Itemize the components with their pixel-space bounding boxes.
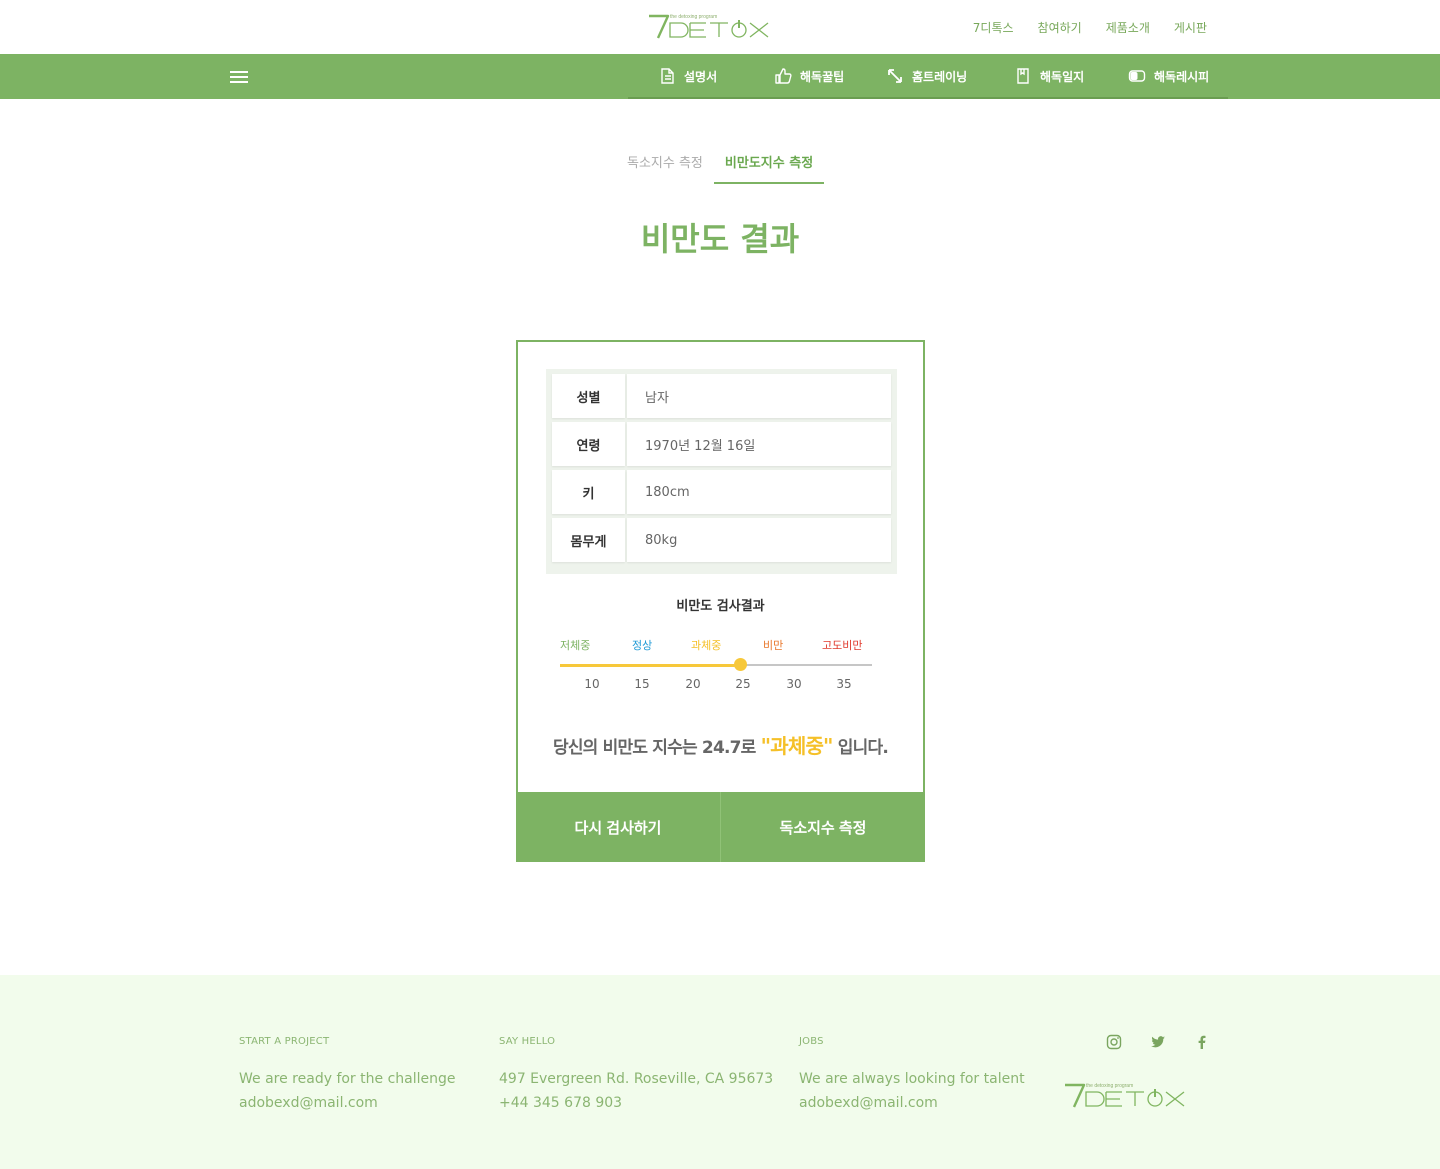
footer-heading: JOBS — [799, 1036, 824, 1047]
info-label: 연령 — [552, 422, 625, 466]
nav-item-recipe[interactable]: 해독레시피 — [1128, 67, 1209, 85]
tick-label: 15 — [634, 677, 650, 691]
info-value: 남자 — [627, 374, 891, 418]
summary-category: "과체중" — [760, 734, 834, 758]
category-overweight: 과체중 — [691, 639, 722, 652]
action-buttons: 다시 검사하기 독소지수 측정 — [516, 792, 925, 862]
summary-prefix: 당신의 비만도 지수는 24.7로 — [553, 738, 756, 758]
expand-arrows-icon — [888, 69, 902, 83]
nav-item-home-training[interactable]: 홈트레이닝 — [886, 67, 967, 85]
footer-text: 497 Evergreen Rd. Roseville, CA 95673 +4… — [499, 1067, 773, 1115]
tab-obesity-index[interactable]: 비만도지수 측정 — [713, 152, 825, 184]
footer: START A PROJECT We are ready for the cha… — [0, 975, 1440, 1169]
info-label: 성별 — [552, 374, 625, 418]
nav-items: 설명서 해독꿀팁 홈트레이닝 해독일지 해독레시피 — [628, 54, 1228, 99]
thumbs-up-icon — [775, 68, 792, 84]
nav-item-label: 해독꿀팁 — [800, 69, 845, 84]
category-severe-obese: 고도비만 — [822, 639, 863, 652]
info-row-gender: 성별 남자 — [552, 374, 891, 418]
nav-item-diary[interactable]: 해독일지 — [1014, 67, 1084, 85]
document-icon — [661, 68, 674, 84]
footer-email-link[interactable]: adobexd@mail.com — [799, 1091, 1025, 1115]
category-underweight: 저체중 — [560, 639, 591, 652]
tick-label: 20 — [685, 677, 701, 691]
footer-line: We are ready for the challenge — [239, 1071, 456, 1087]
footer-jobs: JOBS We are always looking for talent ad… — [799, 1036, 1025, 1115]
footer-heading: SAY HELLO — [499, 1036, 556, 1047]
toggle-icon — [1128, 70, 1146, 82]
category-obese: 비만 — [763, 639, 784, 652]
footer-address: 497 Evergreen Rd. Roseville, CA 95673 — [499, 1071, 774, 1087]
logo-tagline: the detoxing program — [1086, 1083, 1133, 1089]
measure-tabs: 독소지수 측정 비만도지수 측정 — [616, 152, 825, 184]
hamburger-menu-icon[interactable] — [230, 71, 248, 83]
main-nav: 설명서 해독꿀팁 홈트레이닝 해독일지 해독레시피 — [0, 54, 1440, 99]
nav-item-label: 해독일지 — [1040, 69, 1085, 84]
category-normal: 정상 — [632, 639, 653, 652]
nav-item-label: 홈트레이닝 — [912, 69, 968, 84]
top-links: 7디톡스 참여하기 제품소개 게시판 — [973, 19, 1207, 36]
nav-item-label: 설명서 — [684, 69, 718, 84]
result-heading: 비만도 검사결과 — [676, 599, 765, 614]
summary-suffix: 입니다. — [837, 738, 889, 758]
top-header: the detoxing program 7디톡스 참여하기 제품소개 게시판 — [0, 0, 1440, 54]
footer-text: We are ready for the challenge adobexd@m… — [239, 1067, 455, 1115]
tick-label: 25 — [735, 677, 751, 691]
scale-marker[interactable] — [733, 658, 747, 671]
info-value: 1970년 12월 16일 — [627, 422, 891, 466]
social-links — [1106, 1034, 1210, 1050]
info-row-birth: 연령 1970년 12월 16일 — [552, 422, 891, 466]
footer-heading: START A PROJECT — [239, 1036, 330, 1047]
logo-mark-icon: the detoxing program — [649, 14, 769, 39]
info-label: 키 — [552, 470, 625, 514]
brand-logo[interactable]: the detoxing program — [646, 12, 792, 42]
info-table: 성별 남자 연령 1970년 12월 16일 키 180cm 몸무게 80kg — [546, 369, 897, 574]
info-row-height: 키 180cm — [552, 470, 891, 514]
top-link-board[interactable]: 게시판 — [1174, 19, 1207, 36]
tick-label: 35 — [836, 677, 852, 691]
footer-project: START A PROJECT We are ready for the cha… — [239, 1036, 455, 1115]
instagram-icon[interactable] — [1106, 1034, 1122, 1050]
footer-logo[interactable]: the detoxing program — [1062, 1081, 1208, 1111]
footer-text: We are always looking for talent adobexd… — [799, 1067, 1025, 1115]
info-value: 80kg — [627, 518, 891, 562]
facebook-icon[interactable] — [1194, 1034, 1210, 1050]
top-link-join[interactable]: 참여하기 — [1038, 19, 1082, 36]
bmi-scale: 저체중 정상 과체중 비만 고도비만 10 15 20 25 30 35 — [560, 637, 872, 697]
nav-item-manual[interactable]: 설명서 — [658, 67, 717, 85]
footer-hello: SAY HELLO 497 Evergreen Rd. Roseville, C… — [499, 1036, 773, 1115]
info-value: 180cm — [627, 470, 891, 514]
toxin-measure-button[interactable]: 독소지수 측정 — [720, 792, 925, 862]
footer-line: We are always looking for talent — [799, 1071, 1025, 1087]
page-title: 비만도 결과 — [640, 220, 800, 258]
footer-email-link[interactable]: adobexd@mail.com — [239, 1091, 455, 1115]
top-link-7detox[interactable]: 7디톡스 — [973, 19, 1014, 36]
info-row-weight: 몸무게 80kg — [552, 518, 891, 562]
retry-test-button[interactable]: 다시 검사하기 — [516, 792, 720, 862]
result-summary: 당신의 비만도 지수는 24.7로 "과체중" 입니다. — [518, 730, 923, 759]
logo-tagline: the detoxing program — [670, 14, 717, 20]
footer-phone: +44 345 678 903 — [499, 1095, 623, 1111]
notebook-icon — [1017, 68, 1029, 84]
twitter-icon[interactable] — [1150, 1034, 1166, 1050]
top-link-products[interactable]: 제품소개 — [1106, 19, 1150, 36]
scale-fill — [560, 664, 741, 667]
tick-label: 10 — [584, 677, 600, 691]
tick-label: 30 — [786, 677, 802, 691]
result-card: 성별 남자 연령 1970년 12월 16일 키 180cm 몸무게 80kg … — [516, 340, 925, 862]
logo-mark-icon: the detoxing program — [1065, 1083, 1185, 1108]
nav-item-label: 해독레시피 — [1154, 69, 1210, 84]
tab-toxin-index[interactable]: 독소지수 측정 — [616, 152, 714, 184]
info-label: 몸무게 — [552, 518, 625, 562]
nav-item-tips[interactable]: 해독꿀팁 — [774, 67, 844, 85]
